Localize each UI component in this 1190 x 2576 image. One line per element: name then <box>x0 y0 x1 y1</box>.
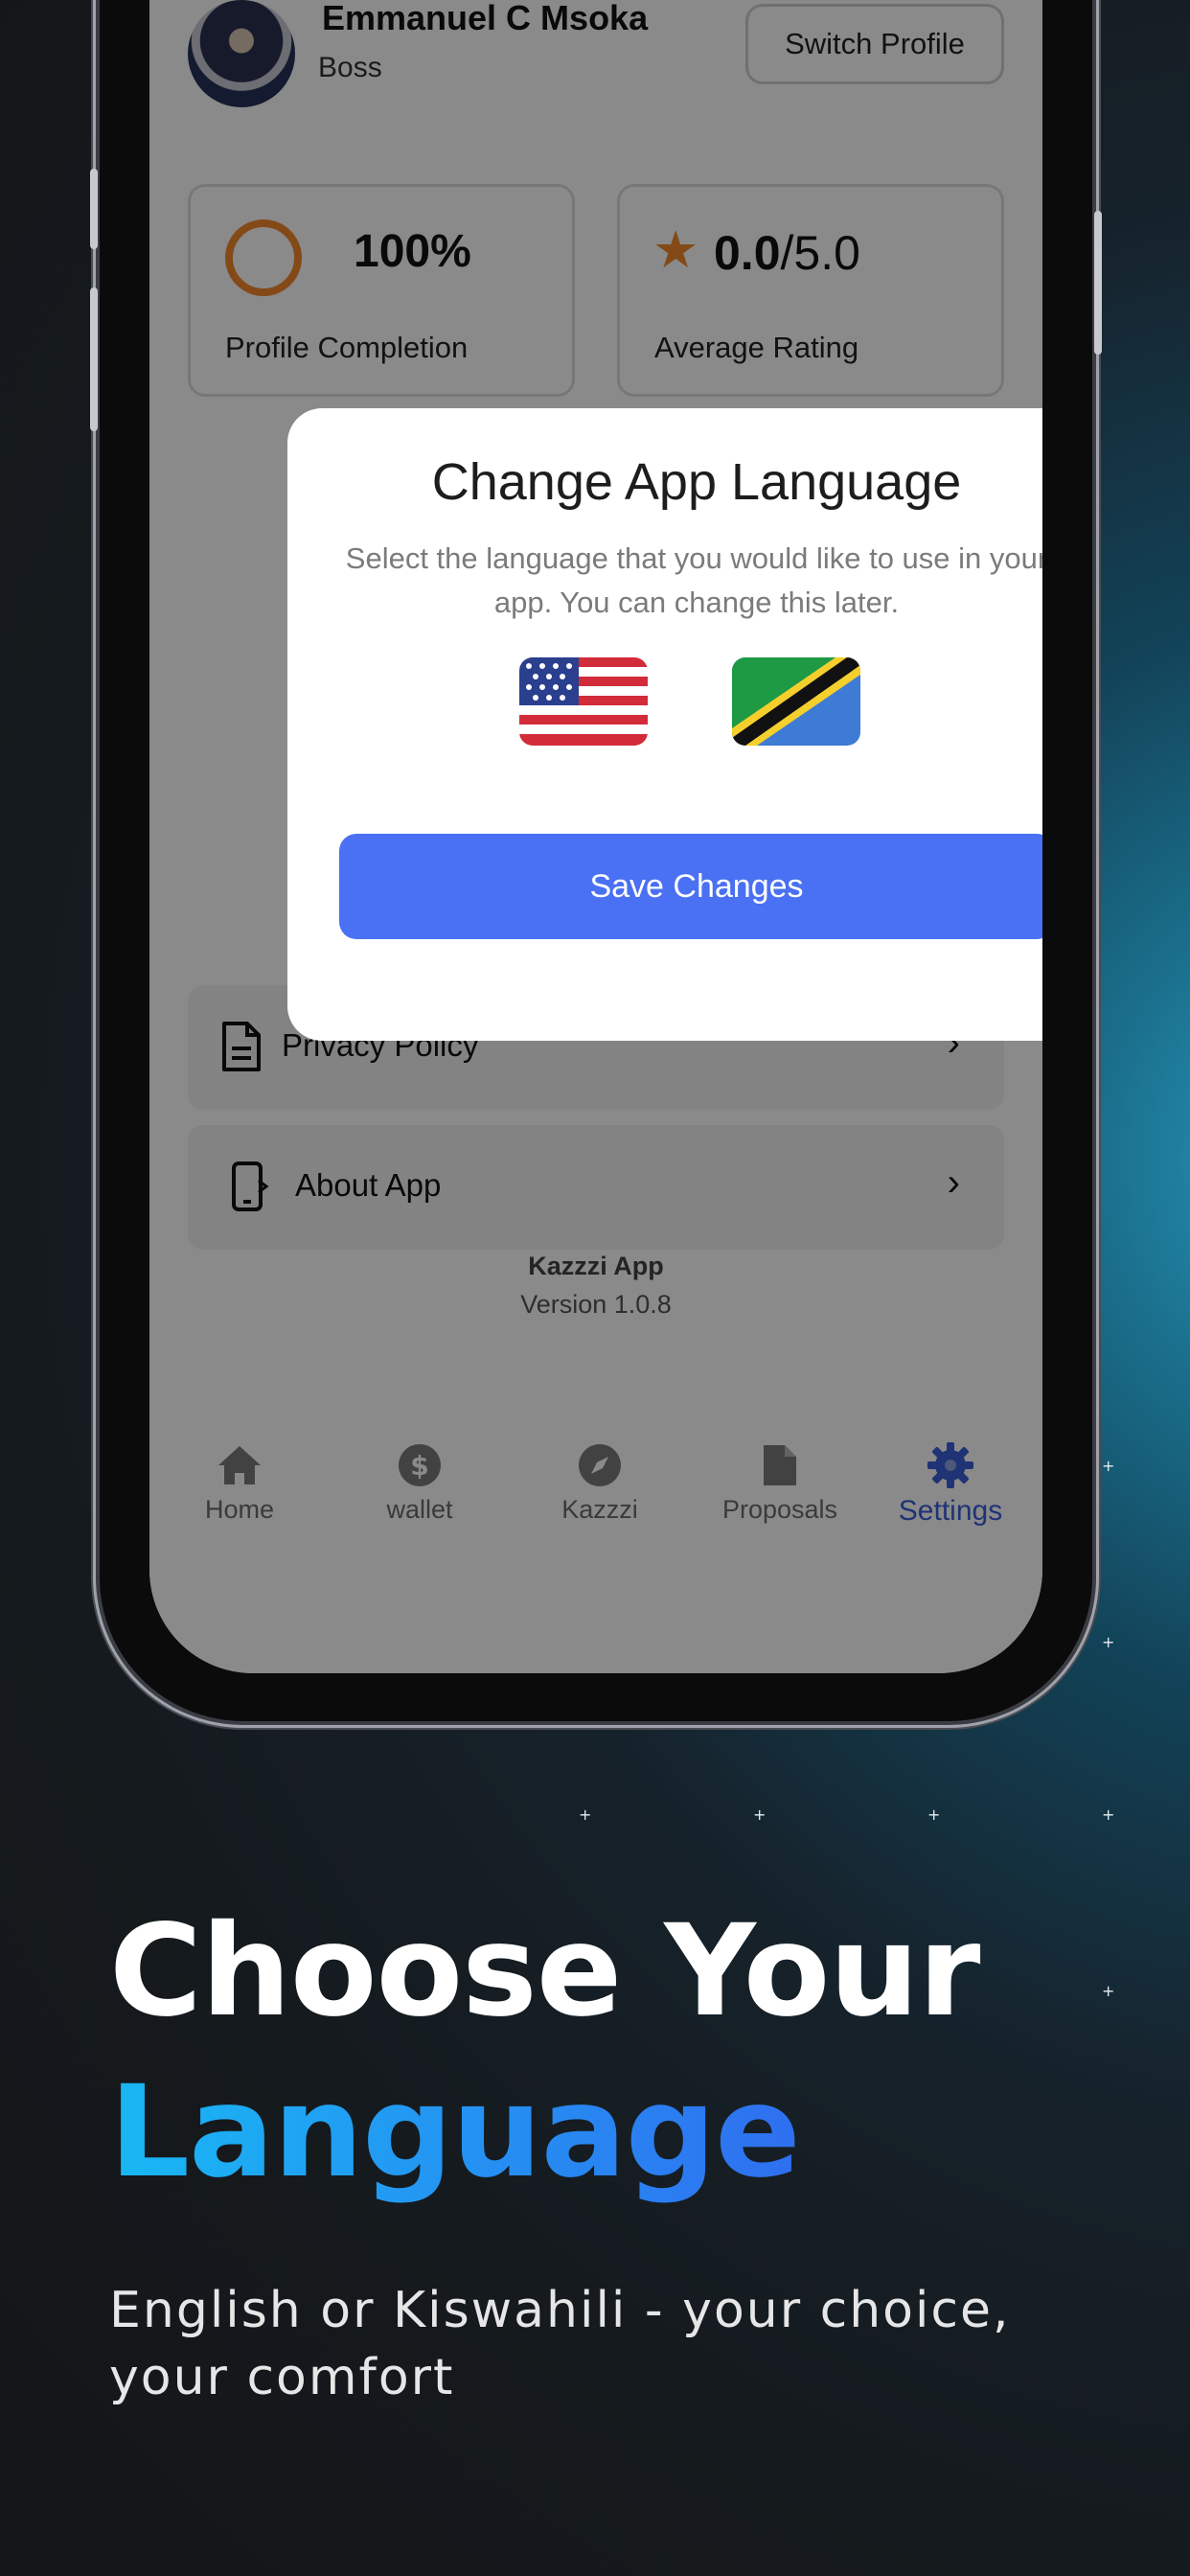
us-flag-icon <box>519 657 648 746</box>
sparkle-decoration: + <box>1102 1633 1115 1651</box>
phone-side-button <box>1094 211 1102 355</box>
phone-side-button <box>90 169 98 249</box>
phone-mockup: Emmanuel C Msoka Boss Switch Profile 100… <box>90 0 1102 1721</box>
sparkle-decoration: + <box>1102 1457 1115 1475</box>
phone-side-button <box>90 288 98 431</box>
tagline: English or Kiswahili - your choice, your… <box>109 2282 1011 2406</box>
sparkle-decoration: + <box>927 1806 941 1824</box>
language-option-english[interactable] <box>519 657 648 746</box>
headline-line-1: Choose Your <box>109 1898 980 2045</box>
dialog-title: Change App Language <box>431 453 962 511</box>
save-changes-button[interactable]: Save Changes <box>339 834 1042 939</box>
dialog-subtitle: Select the language that you would like … <box>345 541 1042 619</box>
headline-line-2: Language <box>109 2058 801 2206</box>
sparkle-decoration: + <box>1102 1982 1115 2000</box>
app-screen: Emmanuel C Msoka Boss Switch Profile 100… <box>149 0 1042 1673</box>
language-option-kiswahili[interactable] <box>732 657 860 746</box>
sparkle-decoration: + <box>579 1806 592 1824</box>
sparkle-decoration: + <box>1102 1806 1115 1824</box>
tanzania-flag-icon <box>732 657 860 746</box>
sparkle-decoration: + <box>753 1806 767 1824</box>
change-language-dialog: Change App Language Select the language … <box>287 408 1042 1041</box>
